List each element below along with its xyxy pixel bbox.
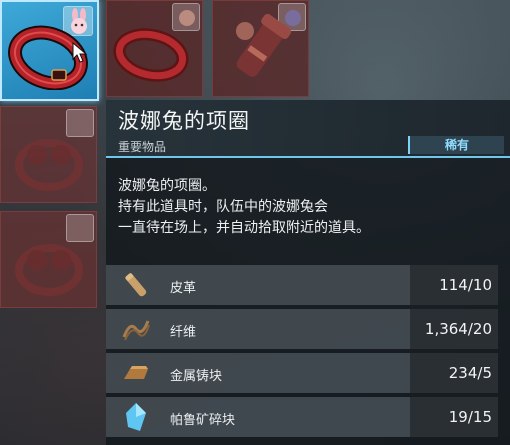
goggles-accessory-icon bbox=[15, 139, 83, 191]
selection-corner bbox=[92, 94, 97, 99]
material-row: 皮革 114/10 bbox=[106, 265, 498, 305]
item-slot-selected[interactable] bbox=[0, 0, 99, 101]
material-count: 234/5 bbox=[410, 353, 498, 393]
description-line: 持有此道具时，队伍中的波娜兔会 bbox=[118, 199, 328, 215]
fiber-icon bbox=[122, 320, 150, 341]
goggles-accessory-icon bbox=[15, 244, 83, 296]
mouse-cursor-icon bbox=[72, 42, 88, 63]
material-row: 帕鲁矿碎块 19/15 bbox=[106, 397, 498, 437]
item-tooltip: 波娜兔的项圈 重要物品 稀有 波娜兔的项圈。 持有此道具时，队伍中的波娜兔会 一… bbox=[106, 100, 510, 445]
material-row: 金属铸块 234/5 bbox=[106, 353, 498, 393]
material-name: 金属铸块 bbox=[170, 369, 223, 384]
item-slot[interactable] bbox=[0, 211, 97, 308]
tooltip-header: 波娜兔的项圈 重要物品 稀有 bbox=[106, 100, 510, 158]
item-slot[interactable] bbox=[212, 0, 309, 97]
cannon-launcher-icon bbox=[236, 13, 292, 77]
material-list: 皮革 114/10 纤维 1,364/20 金属铸块 234/5 帕鲁矿碎块 1… bbox=[106, 265, 498, 441]
red-collar-icon bbox=[113, 28, 189, 82]
item-name: 波娜兔的项圈 bbox=[118, 109, 250, 133]
pal-crystal-icon bbox=[126, 403, 146, 431]
description-line: 一直待在场上，并自动拾取附近的道具。 bbox=[118, 220, 370, 236]
ingot-icon bbox=[124, 366, 148, 379]
rarity-badge: 稀有 bbox=[408, 136, 504, 154]
item-slot[interactable] bbox=[106, 0, 203, 97]
leather-icon bbox=[125, 273, 147, 297]
selection-corner bbox=[2, 2, 7, 7]
material-count: 19/15 bbox=[410, 397, 498, 437]
selection-corner bbox=[2, 94, 7, 99]
selection-corner bbox=[92, 2, 97, 7]
item-category: 重要物品 bbox=[118, 140, 167, 154]
material-count: 114/10 bbox=[410, 265, 498, 305]
material-name: 纤维 bbox=[170, 325, 197, 340]
material-row: 纤维 1,364/20 bbox=[106, 309, 498, 349]
material-name: 帕鲁矿碎块 bbox=[170, 413, 236, 428]
item-slot[interactable] bbox=[0, 106, 97, 203]
material-name: 皮革 bbox=[170, 281, 197, 296]
description-line: 波娜兔的项圈。 bbox=[118, 178, 216, 194]
material-count: 1,364/20 bbox=[410, 309, 498, 349]
item-description: 波娜兔的项圈。 持有此道具时，队伍中的波娜兔会 一直待在场上，并自动拾取附近的道… bbox=[118, 176, 370, 239]
